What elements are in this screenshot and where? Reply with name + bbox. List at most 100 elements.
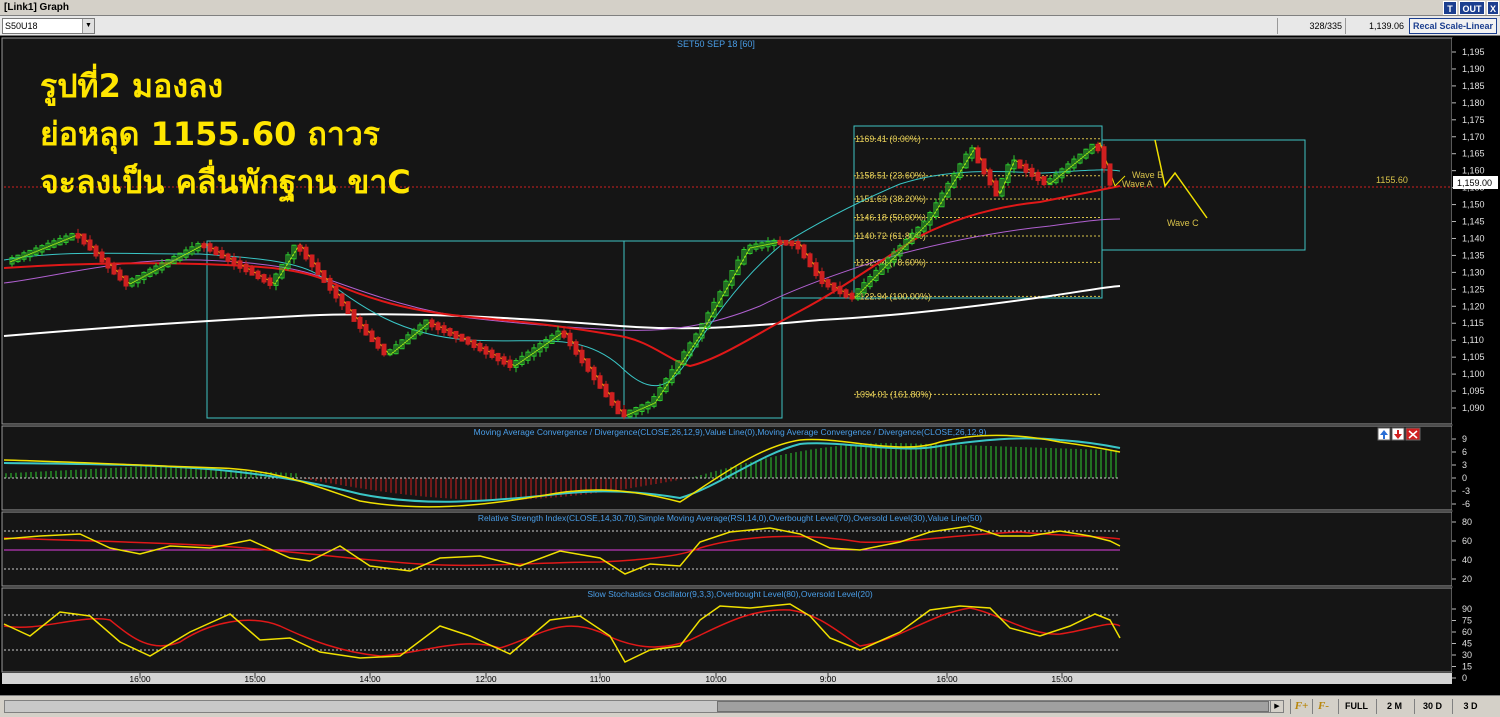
hour-label: 9:00 [820,674,837,684]
hour-label: 15:00 [1051,674,1073,684]
candle-body [225,253,231,262]
candle-body [459,333,465,342]
candle-body [213,246,219,256]
candle-body [207,243,213,252]
title-bar: [Link1] Graph T OUT X [0,0,1500,16]
fx-minus-button[interactable]: F- [1312,699,1334,714]
2m-button[interactable]: 2 M [1376,699,1412,714]
candle-body [591,366,597,381]
candle-body [849,292,855,300]
fib-label: 1169.41 (0.00%) [855,134,921,144]
candle-body [1023,163,1029,173]
candle-body [975,147,981,164]
out-button[interactable]: OUT [1459,1,1485,15]
y-tick-label: 80 [1462,517,1472,527]
recal-scale-button[interactable]: Recal Scale-Linear [1409,18,1497,34]
y-tick-label: 1,145 [1462,217,1485,227]
candle-body [585,358,591,372]
hour-label: 14:00 [359,674,381,684]
candle-body [1041,176,1047,186]
candle-body [993,180,999,197]
candle-body [825,279,831,288]
candle-body [333,285,339,299]
y-tick-label: 1,135 [1462,250,1485,260]
candle-body [831,282,837,291]
hour-label: 16:00 [129,674,151,684]
stoch-title: Slow Stochastics Oscillator(9,3,3),Overb… [587,589,873,599]
hour-label: 15:00 [244,674,266,684]
chart-toolbar: S50U18 ▼ 328/335 1,139.06 Recal Scale-Li… [0,16,1500,36]
price-tag-text: 1,159.00 [1457,178,1492,188]
y-tick-label: 75 [1462,616,1472,626]
stoch-panel [1,587,1453,673]
candle-body [1035,171,1041,182]
rsi-panel [1,511,1453,587]
bar-count: 328/335 [1277,18,1345,34]
y-tick-label: 90 [1462,604,1472,614]
candle-body [573,341,579,355]
candle-body [471,339,477,348]
candle-body [507,359,513,368]
y-tick-label: 1,140 [1462,233,1485,243]
bottom-bar: ▶ F+ F- FULL 2 M 30 D 3 D [0,695,1500,717]
candle-body [615,400,621,415]
hour-label: 16:00 [936,674,958,684]
candle-body [495,352,501,362]
wave-a-label: Wave A [1122,179,1153,189]
candle-body [807,253,813,268]
y-tick-label: 30 [1462,650,1472,660]
candle-body [339,293,345,307]
chevron-down-icon[interactable]: ▼ [82,19,94,33]
y-tick-label: 0 [1462,473,1467,483]
candle-body [345,301,351,315]
scrollbar-thumb[interactable] [717,701,1269,712]
candle-body [435,322,441,331]
scroll-right-icon[interactable]: ▶ [1270,701,1283,712]
y-tick-label: 1,115 [1462,318,1484,328]
candle-body [249,267,255,276]
candle-body [783,239,789,246]
hour-label: 11:00 [590,674,611,684]
candle-body [819,271,825,285]
candle-body [267,277,273,286]
fx-plus-button[interactable]: F+ [1290,699,1312,714]
candle-body [357,316,363,329]
3d-button[interactable]: 3 D [1452,699,1488,714]
candle-body [447,328,453,336]
candle-body [327,277,333,291]
full-button[interactable]: FULL [1338,699,1374,714]
y-tick-label: 60 [1462,536,1472,546]
y-tick-label: 1,185 [1462,81,1485,91]
y-tick-label: 1,110 [1462,335,1484,345]
close-button[interactable]: X [1487,1,1499,15]
y-tick-label: 1,130 [1462,267,1485,277]
candle-body [813,262,819,277]
candle-body [87,239,93,251]
30d-button[interactable]: 30 D [1414,699,1450,714]
candle-body [93,245,99,257]
candle-body [1029,167,1035,177]
symbol-select[interactable]: S50U18 ▼ [2,18,95,34]
rsi-y-axis [1452,512,1498,586]
t-button[interactable]: T [1443,1,1457,15]
candle-body [75,233,81,239]
horizontal-scrollbar[interactable]: ▶ [4,700,1284,713]
y-tick-label: 40 [1462,555,1472,565]
y-tick-label: 1,190 [1462,64,1485,74]
candle-body [321,270,327,283]
candle-body [1101,146,1107,169]
hour-label: 10:00 [705,674,727,684]
candle-body [795,241,801,250]
last-price: 1,139.06 [1345,18,1407,34]
candle-body [243,263,249,273]
candle-body [1017,159,1023,169]
candle-body [81,233,87,245]
y-tick-label: 1,125 [1462,284,1485,294]
candle-body [429,319,435,328]
y-tick-label: 1,105 [1462,352,1485,362]
y-tick-label: 15 [1462,662,1472,672]
candle-body [777,239,783,245]
y-tick-label: 1,170 [1462,132,1485,142]
y-tick-label: 1,095 [1462,386,1485,396]
y-tick-label: -3 [1462,486,1470,496]
